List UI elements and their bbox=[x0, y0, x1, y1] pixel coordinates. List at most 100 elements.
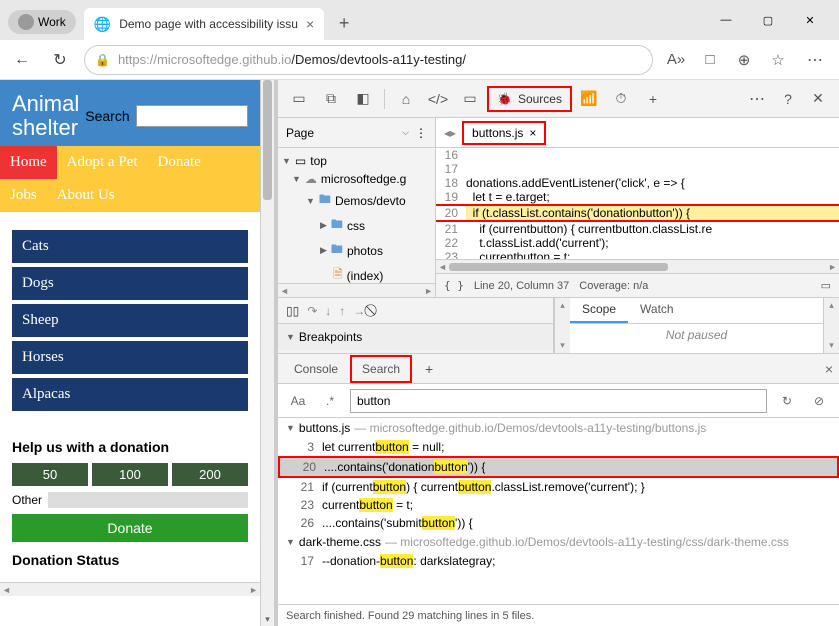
new-tab-button[interactable]: + bbox=[330, 13, 358, 34]
code-line[interactable]: 21 if (currentbutton) { currentbutton.cl… bbox=[436, 222, 839, 236]
tree-folder[interactable]: Demos/devto bbox=[335, 194, 406, 208]
bug-icon: 🐞 bbox=[497, 92, 512, 106]
navigator-more-icon[interactable]: ⋮ bbox=[415, 126, 427, 140]
breakpoints-section[interactable]: ▼ Breakpoints bbox=[278, 324, 553, 350]
status-icon[interactable]: ▭ bbox=[821, 279, 831, 292]
welcome-icon[interactable]: ⌂ bbox=[391, 84, 421, 114]
result-line[interactable]: 23currentbutton = t; bbox=[278, 496, 839, 514]
back-button[interactable]: ← bbox=[8, 46, 36, 74]
result-line[interactable]: 26....contains('submitbutton')) { bbox=[278, 514, 839, 532]
window-minimize-button[interactable]: — bbox=[705, 6, 747, 34]
profile-badge[interactable]: Work bbox=[8, 10, 76, 34]
add-drawer-tab-icon[interactable]: + bbox=[414, 354, 444, 384]
watch-tab[interactable]: Watch bbox=[628, 298, 686, 323]
regex-button[interactable]: .* bbox=[318, 394, 342, 408]
scrollbar-thumb[interactable] bbox=[263, 80, 272, 200]
collections-icon[interactable]: ⊕ bbox=[731, 47, 757, 73]
category-item[interactable]: Alpacas bbox=[12, 378, 248, 411]
pause-icon[interactable]: ▯▯ bbox=[286, 304, 299, 318]
search-clear-icon[interactable]: ⊘ bbox=[807, 394, 831, 408]
devtools-close-icon[interactable]: ✕ bbox=[803, 84, 833, 114]
code-line[interactable]: 22 t.classList.add('current'); bbox=[436, 236, 839, 250]
result-line[interactable]: 20....contains('donationbutton')) { bbox=[278, 456, 839, 478]
nav-home[interactable]: Home bbox=[0, 146, 57, 179]
category-item[interactable]: Cats bbox=[12, 230, 248, 263]
settings-more-button[interactable]: ⋯ bbox=[801, 50, 831, 70]
elements-icon[interactable]: </> bbox=[423, 84, 453, 114]
result-line[interactable]: 17--donation-button: darkslategray; bbox=[278, 552, 839, 570]
read-aloud-icon[interactable]: A» bbox=[663, 47, 689, 73]
search-input[interactable] bbox=[350, 389, 767, 413]
category-item[interactable]: Horses bbox=[12, 341, 248, 374]
h-scrollbar-thumb[interactable] bbox=[449, 263, 668, 271]
page-scrollbar[interactable]: ▾ bbox=[260, 80, 274, 626]
globe-icon: 🌐 bbox=[94, 16, 111, 33]
code-line[interactable]: 23 currentbutton = t; bbox=[436, 250, 839, 259]
search-refresh-icon[interactable]: ↻ bbox=[775, 394, 799, 408]
scroll-down-icon[interactable]: ▾ bbox=[261, 612, 274, 626]
devtools-more-button[interactable]: ⋯ bbox=[743, 89, 773, 109]
other-input-bar[interactable] bbox=[48, 492, 248, 508]
match-case-button[interactable]: Aa bbox=[286, 394, 310, 408]
code-line[interactable]: 18donations.addEventListener('click', e … bbox=[436, 176, 839, 190]
browser-tab[interactable]: 🌐 Demo page with accessibility issu × bbox=[84, 8, 324, 40]
tree-top[interactable]: top bbox=[310, 154, 327, 168]
pretty-print-icon[interactable]: { } bbox=[444, 279, 464, 292]
code-line[interactable]: 19 let t = e.target; bbox=[436, 190, 839, 204]
result-file-header[interactable]: ▼ dark-theme.css — microsoftedge.github.… bbox=[278, 532, 839, 552]
result-file-header[interactable]: ▼ buttons.js — microsoftedge.github.io/D… bbox=[278, 418, 839, 438]
step-icon[interactable]: → bbox=[353, 304, 365, 318]
nav-donate[interactable]: Donate bbox=[148, 146, 211, 179]
donate-amount-button[interactable]: 100 bbox=[92, 463, 168, 486]
network-icon[interactable]: 📶 bbox=[574, 84, 604, 114]
nav-jobs[interactable]: Jobs bbox=[0, 179, 47, 212]
result-line[interactable]: 3let currentbutton = null; bbox=[278, 438, 839, 456]
performance-icon[interactable]: ⏱ bbox=[606, 84, 636, 114]
nav-about[interactable]: About Us bbox=[47, 179, 125, 212]
panel-toggle-button[interactable]: ◧ bbox=[348, 84, 378, 114]
window-maximize-button[interactable]: ▢ bbox=[747, 6, 789, 34]
lock-icon: 🔒 bbox=[95, 53, 110, 67]
coverage-status: Coverage: n/a bbox=[579, 280, 648, 292]
page-header: Animalshelter Search bbox=[0, 80, 260, 146]
category-item[interactable]: Sheep bbox=[12, 304, 248, 337]
refresh-button[interactable]: ↻ bbox=[46, 46, 74, 74]
donate-amount-button[interactable]: 50 bbox=[12, 463, 88, 486]
search-drawer-tab[interactable]: Search bbox=[350, 355, 412, 383]
page-search-input[interactable] bbox=[136, 105, 248, 127]
address-bar[interactable]: 🔒 https://microsoftedge.github.io/Demos/… bbox=[84, 45, 653, 75]
tree-css[interactable]: css bbox=[347, 219, 365, 233]
category-item[interactable]: Dogs bbox=[12, 267, 248, 300]
enter-immersive-icon[interactable]: □ bbox=[697, 47, 723, 73]
tab-nav-left-icon[interactable]: ◂▸ bbox=[444, 126, 456, 140]
caret-down-icon[interactable]: ⌵ bbox=[402, 127, 409, 138]
nav-adopt[interactable]: Adopt a Pet bbox=[57, 146, 148, 179]
tree-photos[interactable]: photos bbox=[347, 244, 383, 258]
drawer-close-icon[interactable]: × bbox=[825, 361, 833, 377]
sources-tab[interactable]: 🐞 Sources bbox=[487, 86, 572, 112]
donate-amount-button[interactable]: 200 bbox=[172, 463, 248, 486]
code-line[interactable]: 16 bbox=[436, 148, 839, 162]
step-over-icon[interactable]: ↷ bbox=[307, 304, 317, 318]
favorite-icon[interactable]: ☆ bbox=[765, 47, 791, 73]
file-tab-buttons-js[interactable]: buttons.js × bbox=[462, 121, 546, 145]
close-file-icon[interactable]: × bbox=[529, 126, 536, 140]
page-navigator-tab[interactable]: Page bbox=[286, 126, 314, 140]
step-into-icon[interactable]: ↓ bbox=[325, 304, 331, 318]
inspect-button[interactable]: ▭ bbox=[284, 84, 314, 114]
more-tabs-button[interactable]: + bbox=[638, 84, 668, 114]
help-icon[interactable]: ? bbox=[773, 84, 803, 114]
window-close-button[interactable]: ✕ bbox=[789, 6, 831, 34]
scope-tab[interactable]: Scope bbox=[570, 298, 628, 323]
step-out-icon[interactable]: ↑ bbox=[339, 304, 345, 318]
tree-host[interactable]: microsoftedge.g bbox=[321, 172, 406, 186]
tree-index[interactable]: (index) bbox=[347, 269, 384, 283]
device-toggle-button[interactable]: ⧉ bbox=[316, 84, 346, 114]
result-line[interactable]: 21if (currentbutton) { currentbutton.cla… bbox=[278, 478, 839, 496]
code-line[interactable]: 20 if (t.classList.contains('donationbut… bbox=[436, 204, 839, 222]
tab-close-icon[interactable]: × bbox=[306, 16, 314, 32]
code-line[interactable]: 17 bbox=[436, 162, 839, 176]
console-icon[interactable]: ▭ bbox=[455, 84, 485, 114]
donate-button[interactable]: Donate bbox=[12, 514, 248, 542]
console-drawer-tab[interactable]: Console bbox=[284, 357, 348, 381]
